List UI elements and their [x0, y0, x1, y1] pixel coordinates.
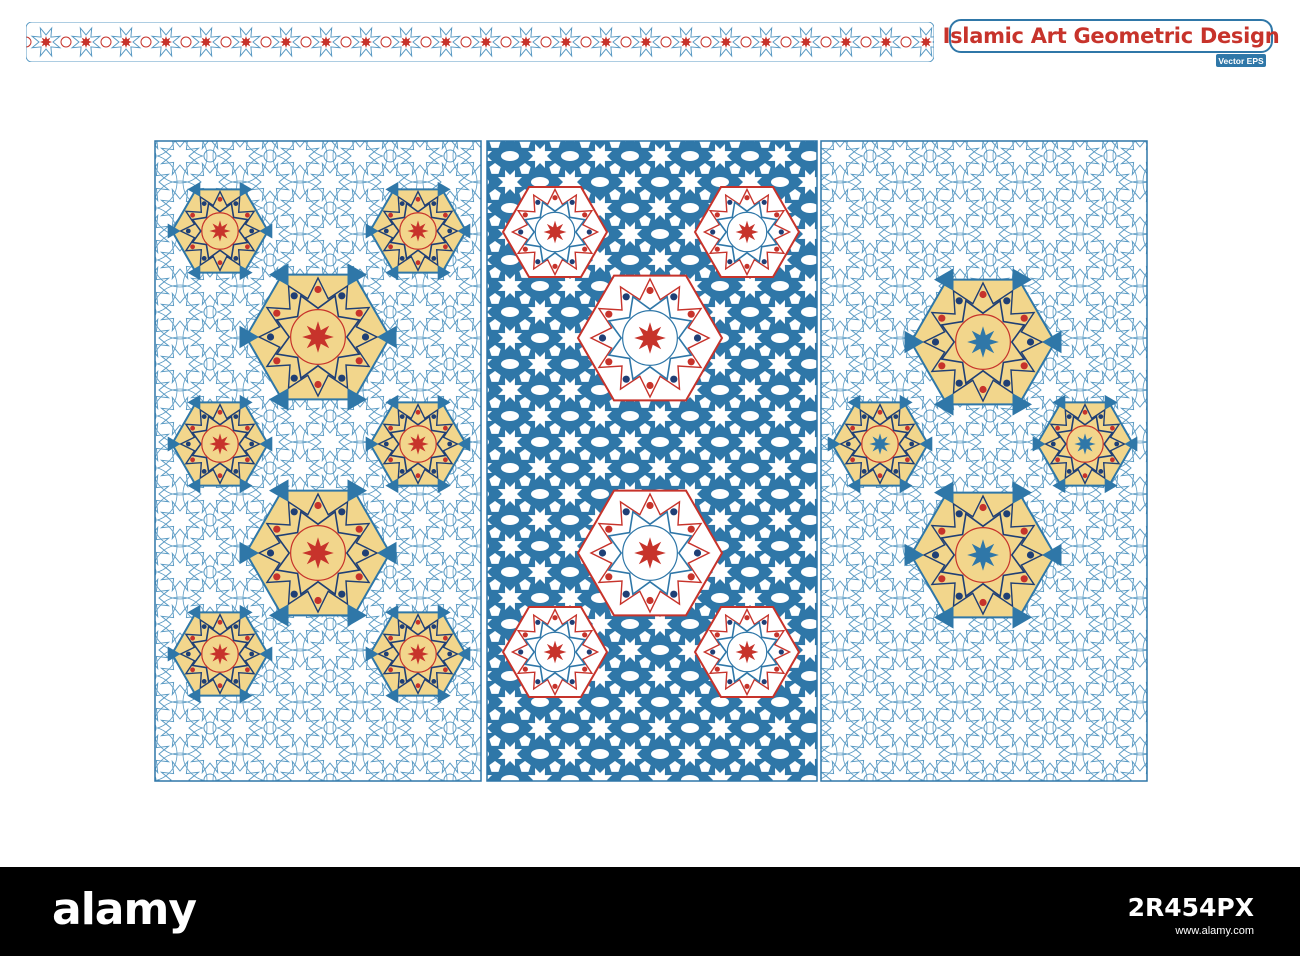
- panels-artwork: [154, 140, 1148, 782]
- image-id: 2R454PX: [1127, 893, 1254, 922]
- watermark-logo: alamy: [52, 884, 197, 935]
- watermark-url: www.alamy.com: [1175, 925, 1254, 937]
